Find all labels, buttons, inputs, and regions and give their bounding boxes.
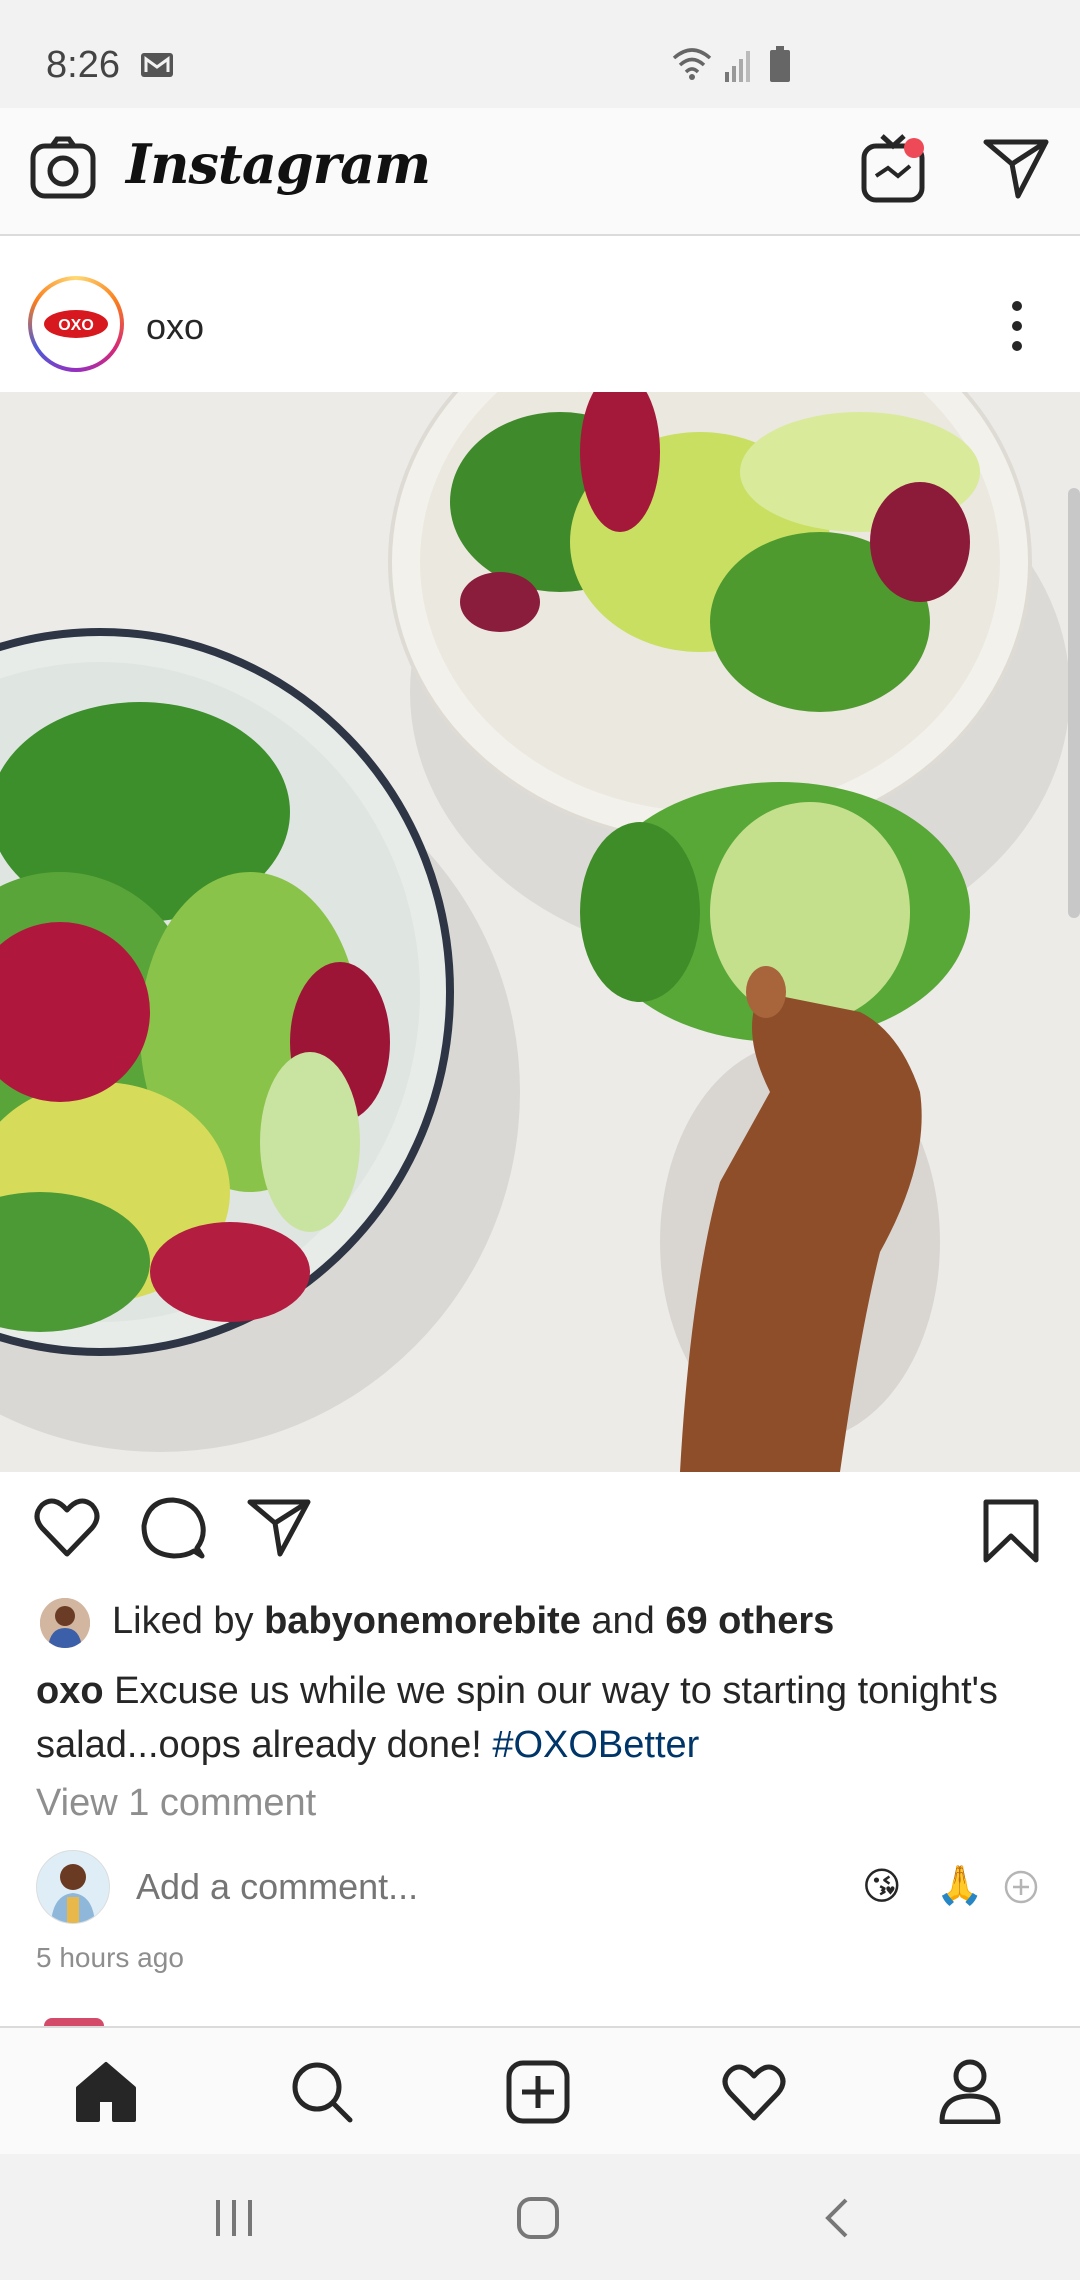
status-time: 8:26 xyxy=(46,44,120,86)
comment-icon[interactable] xyxy=(140,1496,206,1560)
caption-username[interactable]: oxo xyxy=(36,1670,104,1712)
direct-message-icon[interactable] xyxy=(982,138,1050,200)
post-header: OXO oxo xyxy=(0,236,1080,392)
status-bar: 8:26 xyxy=(0,0,1080,108)
battery-icon xyxy=(770,46,790,82)
system-nav-bar xyxy=(0,2154,1080,2280)
liker-avatar[interactable] xyxy=(40,1598,90,1648)
likes-middle: and xyxy=(580,1600,666,1642)
likes-others-link[interactable]: 69 others xyxy=(665,1600,834,1642)
new-post-icon[interactable] xyxy=(506,2060,570,2124)
bottom-nav xyxy=(0,2026,1080,2154)
post-username[interactable]: oxo xyxy=(146,306,204,348)
back-icon[interactable] xyxy=(822,2196,852,2240)
more-options-icon[interactable] xyxy=(1000,296,1034,356)
recents-icon[interactable] xyxy=(212,2198,256,2238)
post-caption: oxo Excuse us while we spin our way to s… xyxy=(36,1664,1046,1772)
liked-by-user-link[interactable]: babyonemorebite xyxy=(264,1600,581,1642)
likes-summary: Liked by babyonemorebite and 69 others xyxy=(112,1600,834,1643)
share-icon[interactable] xyxy=(246,1498,312,1558)
likes-prefix: Liked by xyxy=(112,1600,265,1642)
signal-icon xyxy=(725,51,750,82)
avatar-inner: OXO xyxy=(32,280,120,368)
oxo-logo: OXO xyxy=(44,310,108,338)
bookmark-icon[interactable] xyxy=(982,1498,1040,1564)
app-header: Instagram xyxy=(0,108,1080,236)
current-user-avatar xyxy=(36,1850,110,1924)
search-icon[interactable] xyxy=(290,2060,354,2124)
scrollbar-thumb[interactable] xyxy=(1068,488,1080,918)
mail-icon xyxy=(141,53,173,77)
post-timestamp: 5 hours ago xyxy=(36,1942,184,1973)
svg-text:OXO: OXO xyxy=(58,317,94,334)
caption-hashtag[interactable]: #OXOBetter xyxy=(492,1724,699,1766)
app-logo: Instagram xyxy=(126,132,431,196)
avatar[interactable]: OXO xyxy=(28,276,124,372)
notification-dot xyxy=(904,138,924,158)
add-comment-input[interactable] xyxy=(136,1866,736,1908)
quick-emoji-pray[interactable]: 🙏 xyxy=(936,1864,983,1908)
wifi-icon xyxy=(672,48,712,80)
next-post-avatar-peek xyxy=(44,2018,104,2026)
system-home-icon[interactable] xyxy=(516,2196,560,2240)
post-photo-salad xyxy=(0,392,1080,1472)
view-comments-link[interactable]: View 1 comment xyxy=(36,1782,316,1825)
add-emoji-icon[interactable] xyxy=(1004,1870,1038,1904)
like-heart-icon[interactable] xyxy=(34,1496,100,1558)
profile-icon[interactable] xyxy=(938,2058,1002,2124)
quick-emoji-kiss[interactable]: 😘 xyxy=(862,1864,902,1909)
home-icon[interactable] xyxy=(74,2060,138,2124)
post-image[interactable] xyxy=(0,392,1080,1472)
activity-heart-icon[interactable] xyxy=(722,2062,786,2122)
camera-icon[interactable] xyxy=(30,136,96,200)
